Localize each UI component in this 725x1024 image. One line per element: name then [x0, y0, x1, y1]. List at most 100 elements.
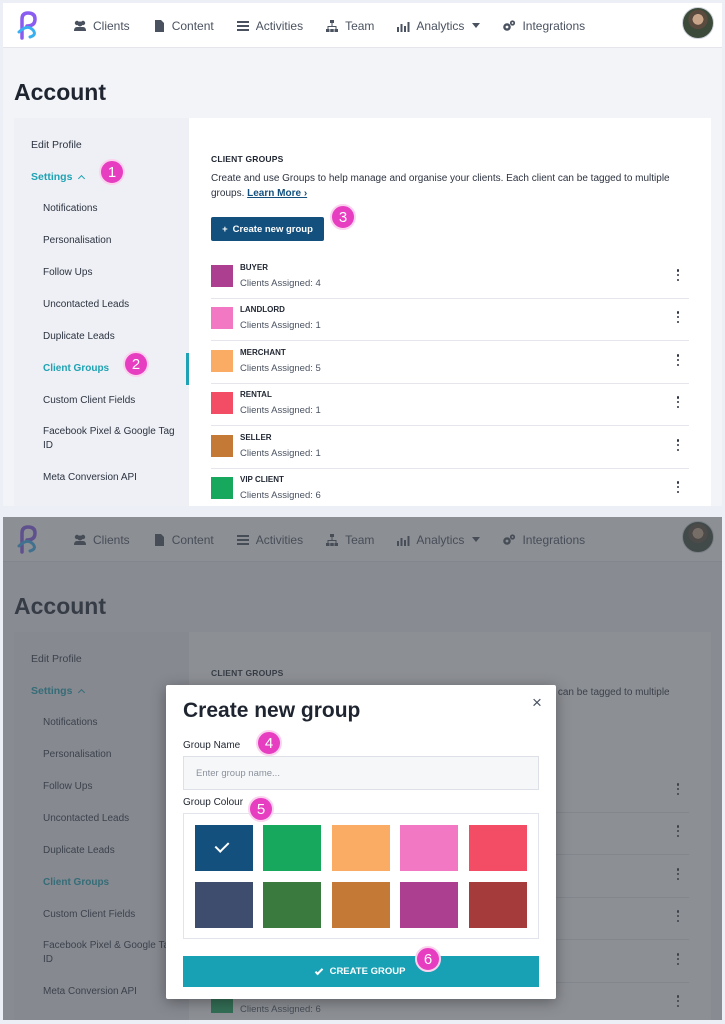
list-icon [236, 20, 249, 31]
more-options-icon[interactable] [676, 269, 680, 281]
group-client-count: Clients Assigned: 6 [240, 490, 321, 501]
group-colour-swatch [211, 477, 233, 499]
create-group-button[interactable]: CREATE GROUP [183, 956, 539, 987]
step-badge: 6 [415, 946, 441, 972]
group-name: RENTAL [240, 390, 272, 399]
group-name: SELLER [240, 433, 272, 442]
chevron-up-icon [78, 174, 86, 183]
sidebar-item-duplicate-leads[interactable]: Duplicate Leads [43, 330, 178, 344]
group-row[interactable]: VIP CLIENT Clients Assigned: 6 [211, 469, 689, 506]
group-client-count: Clients Assigned: 5 [240, 363, 321, 374]
plus-icon: + [222, 223, 228, 235]
group-client-count: Clients Assigned: 1 [240, 320, 321, 331]
colour-option[interactable] [195, 825, 253, 871]
nav-label: Content [171, 18, 214, 33]
group-client-count: Clients Assigned: 1 [240, 405, 321, 416]
cogs-icon [503, 19, 516, 31]
group-name: VIP CLIENT [240, 475, 284, 484]
group-name-label: Group Name [183, 740, 241, 751]
chevron-down-icon [472, 23, 481, 28]
group-name-input[interactable] [183, 756, 539, 790]
colour-option[interactable] [332, 882, 390, 928]
more-options-icon[interactable] [676, 481, 680, 493]
nav-label: Clients [93, 18, 130, 33]
step-badge: 2 [123, 351, 149, 377]
group-colour-swatch [211, 435, 233, 457]
group-name: BUYER [240, 263, 269, 272]
sidebar-item-edit-profile[interactable]: Edit Profile [31, 138, 82, 152]
group-client-count: Clients Assigned: 4 [240, 278, 321, 289]
group-row[interactable]: LANDLORD Clients Assigned: 1 [211, 299, 689, 341]
nav-label: Team [345, 18, 375, 33]
step-badge: 4 [256, 730, 282, 756]
page-title: Account [14, 79, 106, 105]
bar-chart-icon [397, 21, 410, 32]
nav-integrations[interactable]: Integrations [502, 19, 585, 33]
sidebar-item-meta-conversion-api[interactable]: Meta Conversion API [43, 471, 178, 485]
sitemap-icon [326, 19, 339, 32]
more-options-icon[interactable] [676, 439, 680, 451]
colour-picker [183, 813, 539, 939]
create-group-modal: Create new group × Group Name Group Colo… [166, 685, 556, 999]
nav-content[interactable]: Content [152, 19, 214, 33]
sidebar-item-facebook-pixel[interactable]: Facebook Pixel & Google Tag ID [43, 425, 178, 453]
nav-team[interactable]: Team [325, 19, 374, 33]
nav-label: Analytics [416, 18, 465, 33]
close-icon[interactable]: × [530, 694, 544, 711]
modal-title: Create new group [183, 699, 361, 722]
nav-label: Integrations [522, 18, 586, 33]
nav-clients[interactable]: Clients [73, 19, 130, 33]
more-options-icon[interactable] [676, 354, 680, 366]
app-logo[interactable] [15, 10, 41, 40]
screenshot-step-2: Clients Content Activities Team Analytic… [3, 517, 722, 1020]
sidebar-item-settings[interactable]: Settings [31, 170, 86, 184]
group-colour-swatch [211, 307, 233, 329]
group-row[interactable]: MERCHANT Clients Assigned: 5 [211, 342, 689, 384]
sidebar-item-notifications[interactable]: Notifications [43, 202, 178, 216]
group-row[interactable]: SELLER Clients Assigned: 1 [211, 427, 689, 469]
colour-option[interactable] [400, 825, 458, 871]
group-name: LANDLORD [240, 305, 285, 314]
check-icon [314, 966, 323, 975]
sidebar-item-follow-ups[interactable]: Follow Ups [43, 266, 178, 280]
colour-option[interactable] [195, 882, 253, 928]
colour-option[interactable] [469, 882, 527, 928]
group-row[interactable]: RENTAL Clients Assigned: 1 [211, 384, 689, 426]
group-colour-swatch [211, 350, 233, 372]
nav-activities[interactable]: Activities [236, 19, 303, 33]
group-row[interactable]: BUYER Clients Assigned: 4 [211, 257, 689, 299]
button-label: CREATE GROUP [329, 966, 406, 977]
step-badge: 1 [99, 159, 125, 185]
colour-option[interactable] [400, 882, 458, 928]
learn-more-link[interactable]: Learn More › [247, 188, 307, 199]
users-icon [74, 20, 86, 31]
check-icon [214, 838, 230, 853]
main-nav: Clients Content Activities Team Analytic… [73, 3, 585, 48]
colour-option[interactable] [263, 825, 321, 871]
sidebar-item-custom-client-fields[interactable]: Custom Client Fields [43, 394, 178, 408]
create-new-group-button[interactable]: + Create new group [211, 217, 324, 241]
sidebar-item-uncontacted-leads[interactable]: Uncontacted Leads [43, 298, 178, 312]
nav-analytics[interactable]: Analytics [396, 18, 481, 33]
step-badge: 5 [248, 796, 274, 822]
sidebar-item-client-groups[interactable]: Client Groups [43, 362, 178, 376]
group-client-count: Clients Assigned: 1 [240, 448, 321, 459]
group-name: MERCHANT [240, 348, 286, 357]
step-badge: 3 [330, 204, 356, 230]
sidebar-item-personalisation[interactable]: Personalisation [43, 234, 178, 248]
section-description: Create and use Groups to help manage and… [211, 171, 671, 201]
screenshot-step-1: Clients Content Activities Team Analytic… [3, 3, 722, 506]
group-colour-swatch [211, 392, 233, 414]
more-options-icon[interactable] [676, 396, 680, 408]
colour-option[interactable] [332, 825, 390, 871]
colour-option[interactable] [469, 825, 527, 871]
section-title: CLIENT GROUPS [211, 154, 284, 164]
group-colour-swatch [211, 265, 233, 287]
colour-option[interactable] [263, 882, 321, 928]
more-options-icon[interactable] [676, 311, 680, 323]
top-navigation-bar: Clients Content Activities Team Analytic… [3, 3, 722, 48]
user-avatar[interactable] [682, 7, 714, 39]
button-label: Create new group [232, 223, 313, 235]
sidebar-item-label: Settings [31, 171, 73, 183]
client-groups-panel: CLIENT GROUPS Create and use Groups to h… [189, 118, 711, 506]
